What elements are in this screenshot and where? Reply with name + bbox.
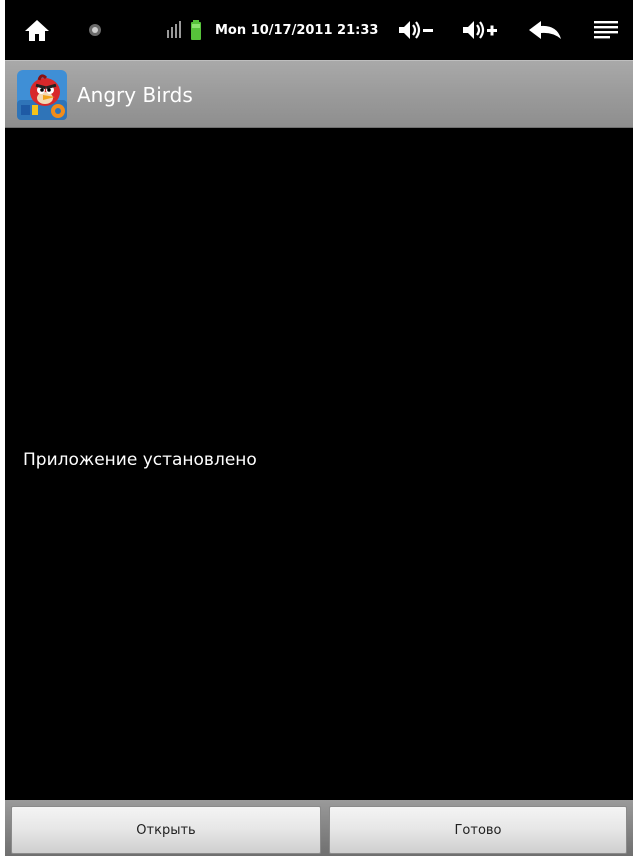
volume-up-icon [463,21,497,39]
volume-down-icon [399,21,433,39]
menu-icon [594,21,618,39]
bottom-button-bar: Открыть Готово [5,800,633,856]
done-button[interactable]: Готово [329,806,627,854]
install-status-message: Приложение установлено [23,450,257,470]
home-icon [25,20,49,41]
battery-icon [191,20,201,40]
angry-birds-rio-app-icon [17,70,67,120]
install-result-content: Приложение установлено [5,128,633,800]
app-title-bar: Angry Birds [5,60,633,128]
home-button[interactable] [19,0,55,60]
signal-icon [167,21,181,38]
android-screen: Mon 10/17/2011 21:33 Angry Birds Приложе… [5,0,633,856]
status-bar: Mon 10/17/2011 21:33 [5,0,633,60]
back-icon [529,21,561,39]
menu-button[interactable] [589,0,623,60]
back-button[interactable] [523,0,567,60]
app-title: Angry Birds [77,83,193,107]
notification-dot-icon [89,24,101,36]
notification-indicator[interactable] [83,0,107,60]
signal-indicator [165,0,185,60]
open-button[interactable]: Открыть [11,806,321,854]
status-clock: Mon 10/17/2011 21:33 [215,22,379,38]
battery-indicator [187,0,205,60]
volume-up-button[interactable] [457,0,505,60]
volume-down-button[interactable] [393,0,441,60]
